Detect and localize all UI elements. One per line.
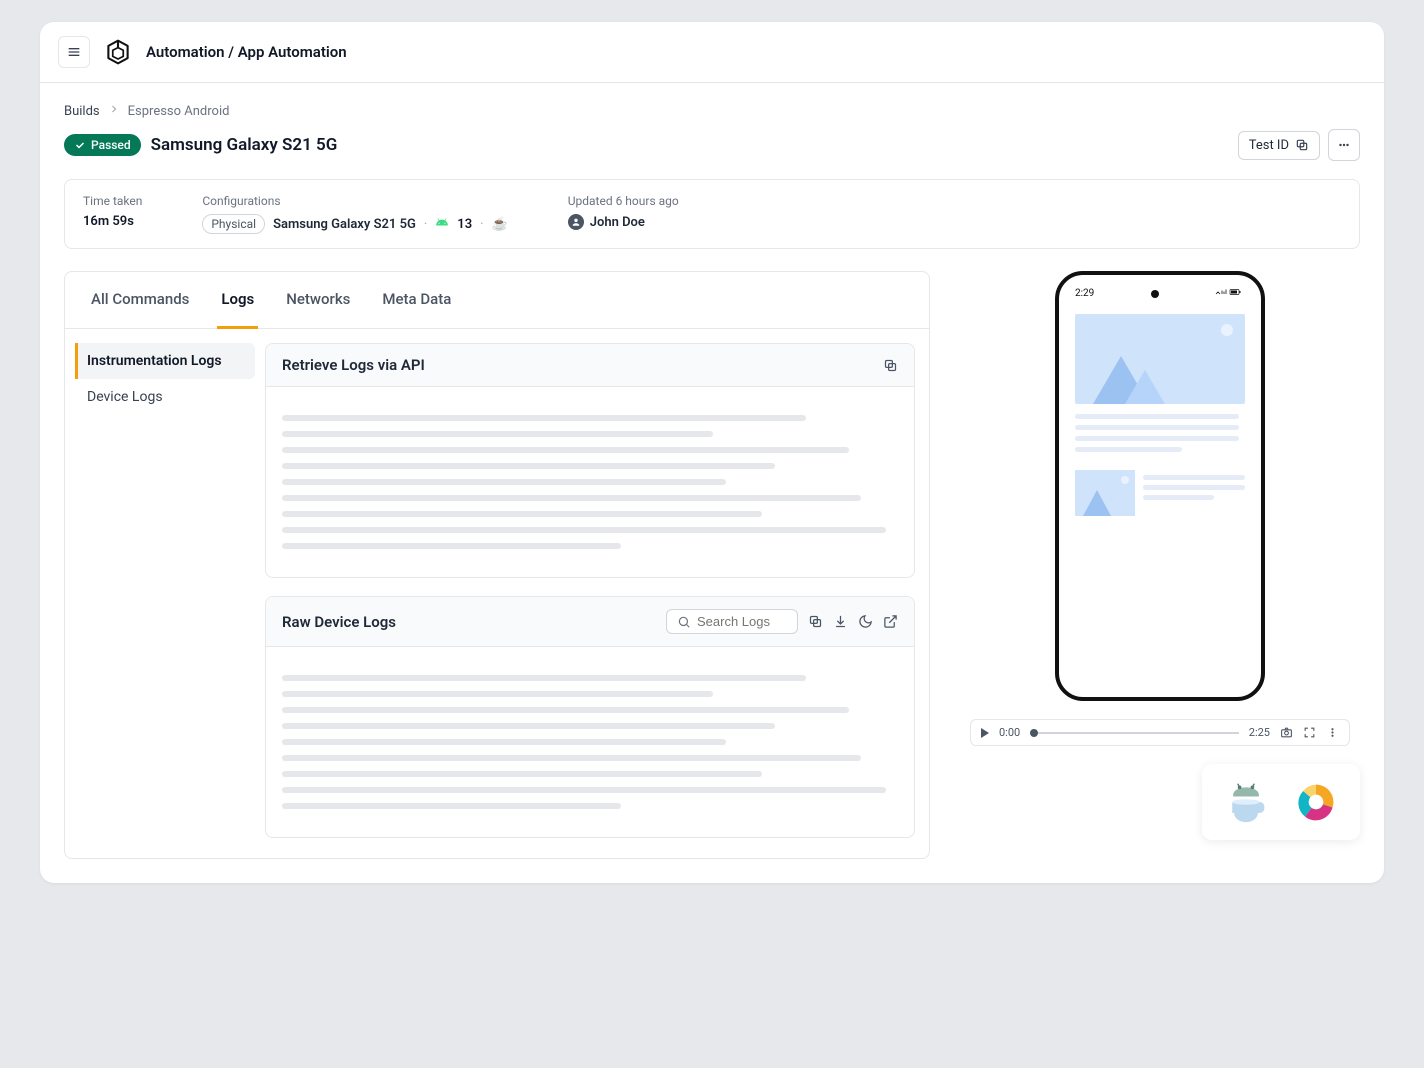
test-id-label: Test ID [1249,138,1289,153]
phone-thumb-image [1075,470,1135,516]
app-shell: Automation / App Automation Builds Espre… [40,22,1384,883]
title-row: Passed Samsung Galaxy S21 5G Test ID [64,129,1360,161]
moon-icon[interactable] [858,614,873,629]
time-taken-label: Time taken [83,194,142,208]
config-device: Samsung Galaxy S21 5G [273,217,416,232]
external-link-icon[interactable] [883,614,898,629]
main-grid: All Commands Logs Networks Meta Data Ins… [64,271,1360,859]
configurations-value: Physical Samsung Galaxy S21 5G · 13 · ☕ [202,214,507,234]
panel-raw-body [266,647,914,837]
tab-networks[interactable]: Networks [282,272,354,329]
tabs-row: All Commands Logs Networks Meta Data [65,272,929,329]
page-title: Samsung Galaxy S21 5G [151,135,338,155]
tab-all-commands[interactable]: All Commands [87,272,193,329]
breadcrumb: Builds Espresso Android [64,103,1360,119]
updated-user: John Doe [590,215,645,230]
phone-status-bar: 2:29 [1071,285,1249,308]
video-player: 0:00 2:25 [970,719,1350,746]
copy-icon[interactable] [883,358,898,373]
espresso-cup-icon: ☕ [492,217,508,232]
android-icon [435,215,449,233]
camera-icon[interactable] [1280,726,1293,739]
search-icon [677,615,691,629]
tab-meta-data[interactable]: Meta Data [378,272,455,329]
espresso-logo-icon [1224,780,1268,824]
time-taken-value: 16m 59s [83,214,142,229]
phone-time: 2:29 [1075,288,1094,299]
check-icon [74,139,86,151]
search-logs-input[interactable] [697,614,787,629]
player-track[interactable] [1030,732,1239,734]
status-badge: Passed [64,134,141,156]
logs-card: All Commands Logs Networks Meta Data Ins… [64,271,930,859]
device-preview-column: 2:29 [960,271,1360,840]
logs-side-list: Instrumentation Logs Device Logs [65,329,265,858]
config-chip: Physical [202,214,265,234]
device-frame: 2:29 [1055,271,1265,701]
panel-retrieve-api: Retrieve Logs via API [265,343,915,578]
header-title: Automation / App Automation [146,43,347,61]
panel-raw-device-logs: Raw Device Logs [265,596,915,838]
phone-hero-image [1075,314,1245,404]
phone-camera-dot [1151,290,1159,298]
panel-raw-title: Raw Device Logs [282,613,396,631]
phone-status-icons [1215,287,1245,300]
more-button[interactable] [1328,129,1360,161]
more-horizontal-icon [1337,138,1351,152]
search-logs-box[interactable] [666,609,798,634]
breadcrumb-root[interactable]: Builds [64,104,100,119]
side-item-device-logs[interactable]: Device Logs [75,379,255,415]
download-icon[interactable] [833,614,848,629]
configurations-label: Configurations [202,194,507,208]
side-item-instrumentation[interactable]: Instrumentation Logs [75,343,255,379]
test-id-button[interactable]: Test ID [1238,131,1320,160]
chevron-right-icon [108,103,120,119]
panel-api-body [266,387,914,577]
more-vertical-icon[interactable] [1326,726,1339,739]
player-current-time: 0:00 [999,726,1020,739]
play-button[interactable] [981,728,989,738]
framework-logos-card [1202,764,1360,840]
turbo-logo-icon [1294,780,1338,824]
menu-button[interactable] [58,36,90,68]
breadcrumb-current: Espresso Android [128,104,230,119]
updated-label: Updated 6 hours ago [568,194,679,208]
fullscreen-icon[interactable] [1303,726,1316,739]
app-header: Automation / App Automation [40,22,1384,83]
status-label: Passed [91,138,131,152]
panel-api-title: Retrieve Logs via API [282,356,425,374]
brand-logo-icon [104,38,132,66]
info-bar: Time taken 16m 59s Configurations Physic… [64,179,1360,249]
player-total-time: 2:25 [1249,726,1270,739]
tab-logs[interactable]: Logs [217,272,258,329]
copy-icon[interactable] [808,614,823,629]
avatar-icon [568,214,584,230]
config-os-version: 13 [457,217,472,232]
copy-icon [1295,138,1309,152]
